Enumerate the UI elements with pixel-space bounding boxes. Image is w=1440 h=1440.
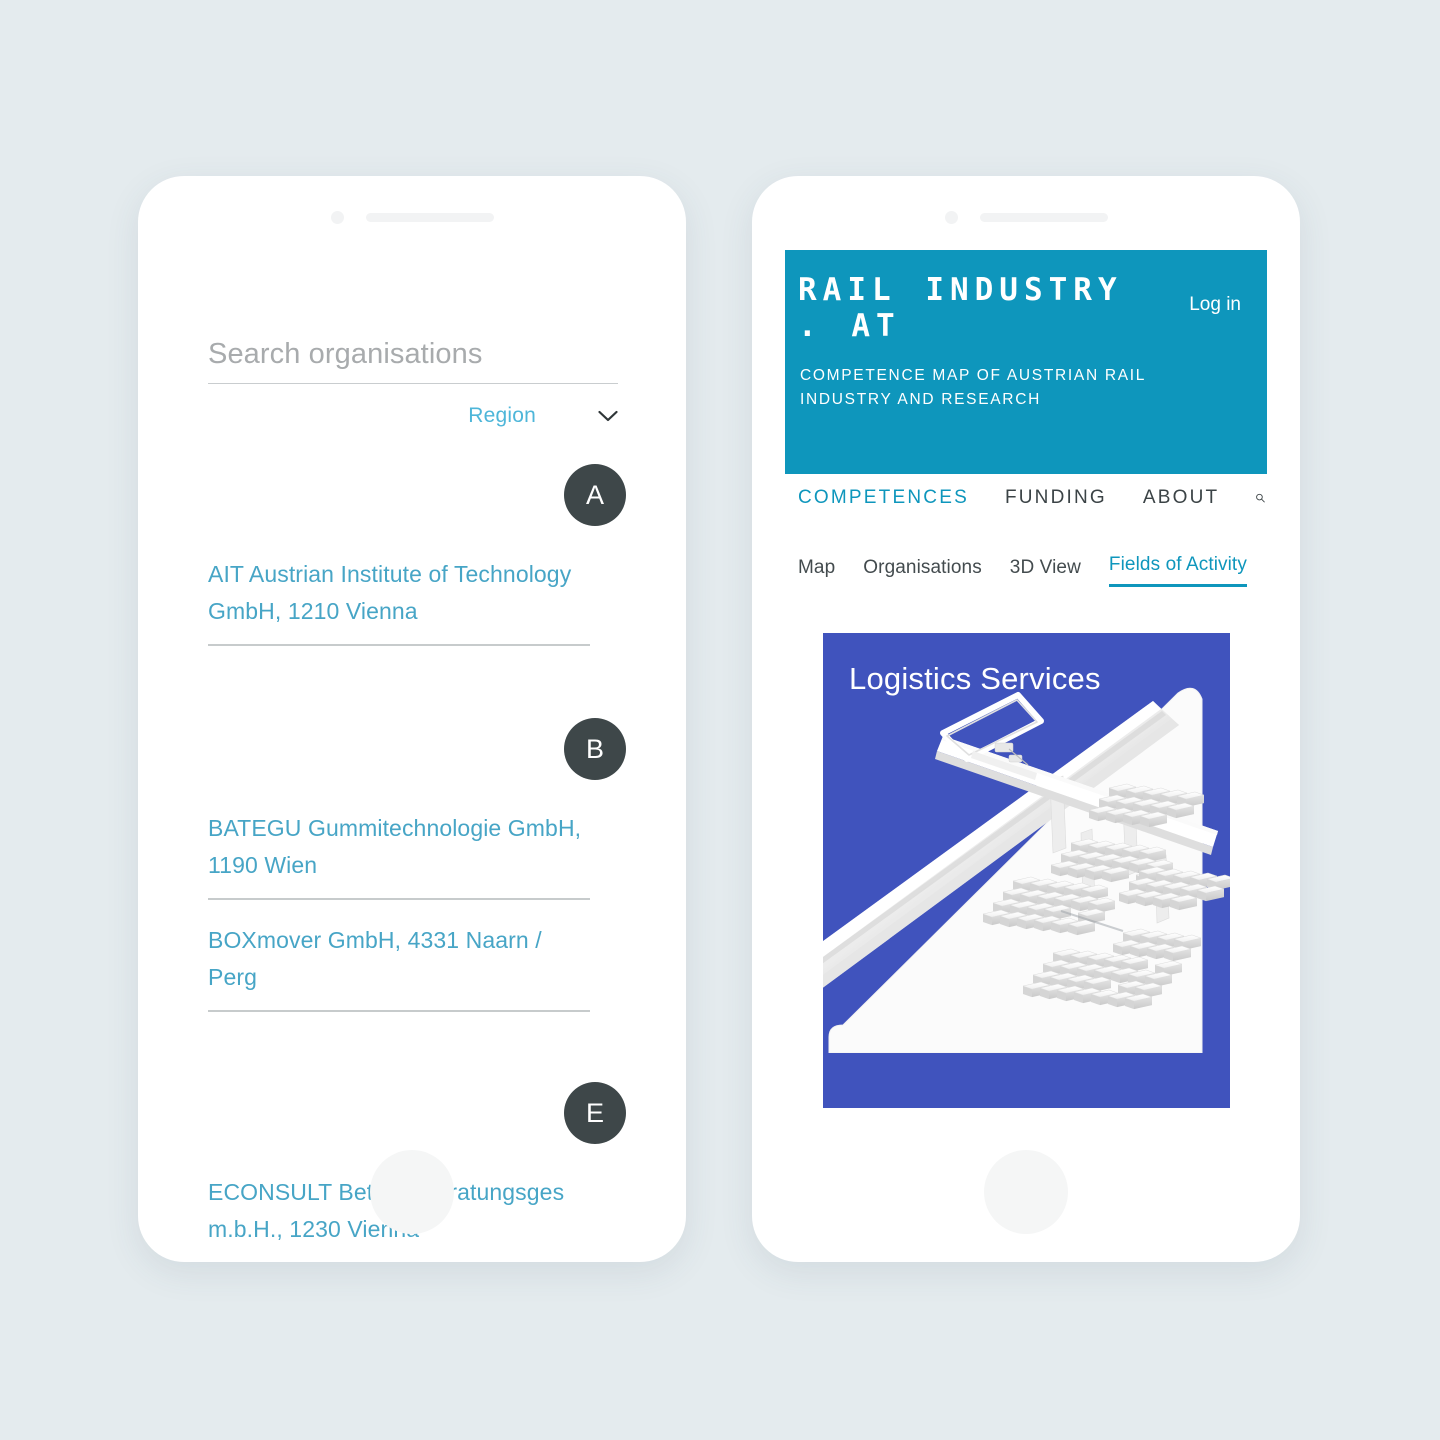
- phone-mockup-right: RAIL INDUSTRY . AT COMPETENCE MAP OF AUS…: [752, 176, 1300, 1262]
- search-input[interactable]: [208, 338, 618, 383]
- search-underline: [208, 383, 618, 384]
- phone-mockup-left: Region A AIT Austrian Institute of Techn…: [138, 176, 686, 1262]
- letter-badge: A: [564, 464, 626, 526]
- container-terminal-illustration: [823, 633, 1230, 1108]
- organisation-name: BATEGU Gummitechnologie GmbH, 1190 Wien: [208, 815, 582, 878]
- letter-badge: E: [564, 1082, 626, 1144]
- letter-badge: B: [564, 718, 626, 780]
- home-button[interactable]: [984, 1150, 1068, 1234]
- tab-fields-of-activity[interactable]: Fields of Activity: [1108, 554, 1247, 587]
- letter-group-b: B BATEGU Gummitechnologie GmbH, 1190 Wie…: [208, 718, 628, 1012]
- main-navigation: COMPETENCES FUNDING ABOUT: [798, 486, 1268, 510]
- organisation-name: BOXmover GmbH, 4331 Naarn / Perg: [208, 927, 542, 990]
- list-item[interactable]: BOXmover GmbH, 4331 Naarn / Perg: [208, 900, 590, 1012]
- nav-item-about[interactable]: ABOUT: [1143, 487, 1219, 509]
- region-filter[interactable]: Region: [208, 404, 618, 428]
- tab-map[interactable]: Map: [798, 557, 835, 587]
- login-link[interactable]: Log in: [1189, 294, 1241, 316]
- organisation-name: AIT Austrian Institute of Technology Gmb…: [208, 561, 572, 624]
- list-item[interactable]: AIT Austrian Institute of Technology Gmb…: [208, 526, 590, 646]
- organisation-list: A AIT Austrian Institute of Technology G…: [208, 456, 628, 1262]
- card-title: Logistics Services: [849, 661, 1101, 696]
- screenshot-stage: Region A AIT Austrian Institute of Techn…: [0, 0, 1440, 1440]
- nav-item-competences[interactable]: COMPETENCES: [798, 487, 969, 509]
- sub-navigation: Map Organisations 3D View Fields of Acti…: [798, 554, 1268, 587]
- region-filter-label: Region: [468, 404, 536, 427]
- site-header: RAIL INDUSTRY . AT COMPETENCE MAP OF AUS…: [785, 250, 1267, 474]
- letter-group-a: A AIT Austrian Institute of Technology G…: [208, 464, 628, 646]
- home-button[interactable]: [370, 1150, 454, 1234]
- tab-3d-view[interactable]: 3D View: [1010, 557, 1081, 587]
- fields-of-activity-card[interactable]: Logistics Services: [823, 633, 1230, 1108]
- site-logo-title: RAIL INDUSTRY . AT: [798, 272, 1123, 344]
- list-item[interactable]: BATEGU Gummitechnologie GmbH, 1190 Wien: [208, 780, 590, 900]
- chevron-down-icon: [598, 410, 618, 422]
- organisations-search-screen: Region A AIT Austrian Institute of Techn…: [138, 176, 686, 1262]
- competence-map-screen: RAIL INDUSTRY . AT COMPETENCE MAP OF AUS…: [752, 176, 1300, 1262]
- site-tagline: COMPETENCE MAP OF AUSTRIAN RAIL INDUSTRY…: [800, 367, 1146, 408]
- search-icon[interactable]: [1255, 486, 1266, 510]
- nav-item-funding[interactable]: FUNDING: [1005, 487, 1107, 509]
- search-field-wrapper: [208, 338, 618, 384]
- tab-organisations[interactable]: Organisations: [863, 557, 982, 587]
